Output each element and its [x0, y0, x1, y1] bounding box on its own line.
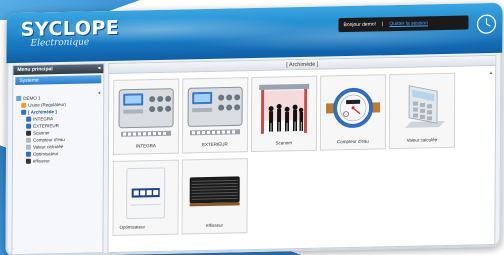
optimizer-icon	[25, 151, 31, 157]
brand-logo: SYCLOPE Electronique	[21, 17, 120, 49]
sidebar-tab[interactable]: Systeme	[15, 75, 102, 85]
sidebar: Menu principal ◂ Systeme ◂ DEMO 1 Usine …	[11, 63, 105, 255]
tile-label: INTEGRA	[135, 143, 156, 149]
calc-icon	[25, 144, 31, 150]
collapse-icon[interactable]: ◂	[98, 65, 101, 71]
controller-icon	[26, 123, 32, 129]
clock-icon	[476, 14, 497, 34]
header-banner: SYCLOPE Electronique Bonjour demo! | Qui…	[6, 2, 503, 64]
people-icon	[26, 130, 32, 136]
main-panel: [ Archimède ] ▴ INTEGRA EXTERIEUR Scanne…	[107, 54, 497, 254]
tree-item-effisseur[interactable]: effisseur	[16, 156, 100, 165]
tree-toggle-icon[interactable]: ◂	[98, 90, 101, 96]
tree-view: ◂ DEMO 1 Usine (Regulateur) [ Archimède …	[13, 85, 103, 165]
tile-compteur-eau[interactable]: Compteur d'eau	[319, 74, 387, 151]
home-icon	[16, 95, 22, 101]
tile-label: Optimisateur	[119, 224, 146, 230]
controller-icon	[26, 116, 32, 122]
water-meter-icon	[326, 87, 381, 128]
tile-integra[interactable]: INTEGRA	[112, 78, 180, 155]
tile-exterieur[interactable]: EXTERIEUR	[181, 77, 249, 154]
sidebar-title: Menu principal	[17, 66, 53, 73]
heater-icon	[25, 158, 31, 164]
calculator-icon	[404, 85, 445, 128]
tree-item-label: effisseur	[32, 158, 50, 164]
tile-label: Scanner	[275, 140, 293, 146]
folder-icon	[21, 102, 27, 108]
controller-icon	[118, 88, 174, 137]
optimizer-icon	[126, 167, 166, 220]
people-icon	[259, 83, 310, 134]
tile-label: Compteur d'eau	[336, 138, 369, 145]
scroll-up-icon[interactable]: ▴	[490, 70, 493, 76]
user-greeting: Bonjour demo!	[343, 21, 377, 29]
device-icon	[21, 109, 27, 115]
user-separator: |	[382, 21, 384, 28]
tile-effisseur[interactable]: effisseur	[181, 158, 248, 235]
tile-label: effisseur	[206, 222, 223, 229]
tile-label: EXTERIEUR	[202, 141, 228, 148]
tile-scanner[interactable]: Scanner	[250, 75, 318, 153]
heater-icon	[189, 176, 240, 207]
sidebar-header: Menu principal ◂	[13, 64, 104, 76]
tile-valeur-calculee[interactable]: Valeur calculée	[388, 72, 456, 150]
logout-link[interactable]: Quitter la session	[389, 20, 428, 27]
controller-icon	[187, 86, 243, 136]
tile-optimisateur[interactable]: Optimisateur	[112, 159, 179, 236]
tile-label: Valeur calculée	[406, 137, 438, 143]
meter-icon	[26, 137, 32, 143]
user-bar: Bonjour demo! | Quitter la session	[338, 15, 469, 33]
app-screen: SYCLOPE Electronique Bonjour demo! | Qui…	[5, 2, 503, 255]
